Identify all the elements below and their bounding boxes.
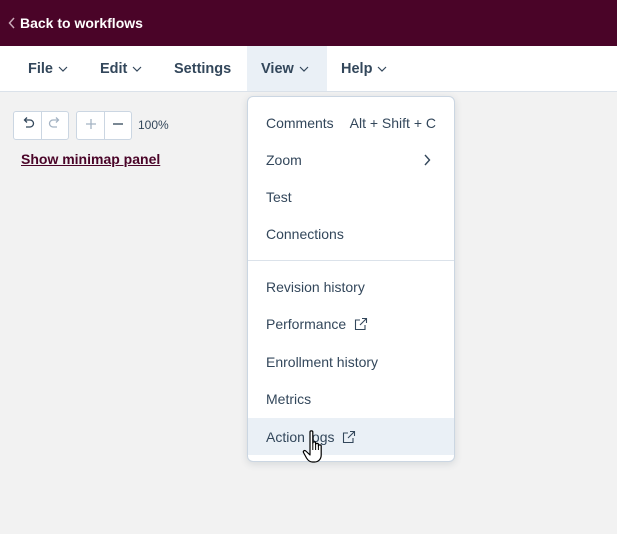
undo-button[interactable] — [14, 112, 41, 139]
menu-option-label: Test — [266, 188, 292, 205]
menu-file-label: File — [28, 60, 53, 77]
menu-view-label: View — [261, 60, 294, 77]
menu-option-label: Zoom — [266, 151, 302, 168]
redo-icon — [48, 116, 62, 135]
menu-option-label: Enrollment history — [266, 353, 379, 370]
minus-icon — [112, 117, 124, 135]
menu-option-label: Revision history — [266, 278, 365, 295]
redo-button[interactable] — [41, 112, 68, 139]
menu-option-comments[interactable]: Comments Alt + Shift + C — [248, 104, 454, 141]
back-to-workflows-link[interactable]: Back to workflows — [6, 15, 143, 31]
back-to-workflows-label: Back to workflows — [20, 15, 143, 31]
menu-edit[interactable]: Edit — [90, 46, 146, 91]
zoom-out-button[interactable] — [104, 112, 131, 139]
view-menu-dropdown: Comments Alt + Shift + C Zoom Test Conne… — [247, 96, 455, 462]
chevron-down-icon — [58, 64, 68, 74]
chevron-right-icon — [422, 153, 432, 167]
menu-settings-label: Settings — [174, 60, 232, 77]
menu-bar: File Edit Settings View Help — [0, 46, 617, 92]
menu-help[interactable]: Help — [331, 46, 393, 91]
menu-option-connections[interactable]: Connections — [248, 215, 454, 252]
menu-option-label: Performance — [266, 315, 347, 332]
menu-option-label: Comments — [266, 114, 334, 131]
menu-option-metrics[interactable]: Metrics — [248, 380, 454, 417]
undo-icon — [21, 116, 35, 135]
menu-divider — [248, 260, 454, 261]
show-minimap-link[interactable]: Show minimap panel — [21, 151, 160, 167]
menu-settings[interactable]: Settings — [164, 46, 238, 91]
menu-option-label: Connections — [266, 225, 344, 242]
menu-option-test[interactable]: Test — [248, 178, 454, 215]
top-bar: Back to workflows — [0, 0, 617, 46]
menu-option-zoom[interactable]: Zoom — [248, 141, 454, 178]
zoom-controls — [76, 111, 132, 140]
menu-option-enrollment-history[interactable]: Enrollment history — [248, 343, 454, 380]
chevron-down-icon — [299, 64, 309, 74]
menu-option-action-logs[interactable]: Action logs — [248, 418, 454, 455]
menu-option-label: Metrics — [266, 390, 312, 407]
menu-view[interactable]: View — [247, 46, 327, 91]
keyboard-shortcut: Alt + Shift + C — [349, 114, 436, 131]
zoom-level: 100% — [138, 118, 169, 132]
history-controls — [13, 111, 69, 140]
chevron-left-icon — [6, 16, 18, 30]
menu-help-label: Help — [341, 60, 373, 77]
menu-edit-label: Edit — [100, 60, 128, 77]
menu-option-performance[interactable]: Performance — [248, 305, 454, 342]
chevron-down-icon — [132, 64, 142, 74]
external-link-icon — [342, 430, 356, 444]
plus-icon — [85, 117, 97, 135]
menu-file[interactable]: File — [18, 46, 70, 91]
hand-pointer-cursor-icon — [302, 428, 330, 466]
zoom-in-button[interactable] — [77, 112, 104, 139]
chevron-down-icon — [377, 64, 387, 74]
menu-option-revision-history[interactable]: Revision history — [248, 268, 454, 305]
external-link-icon — [354, 317, 368, 331]
